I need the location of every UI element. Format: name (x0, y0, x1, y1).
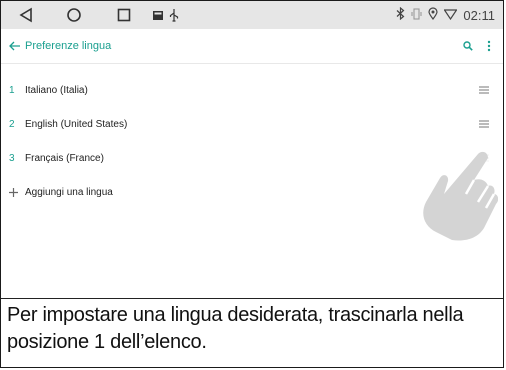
more-vert-icon[interactable] (487, 29, 491, 63)
nav-home-icon[interactable] (63, 1, 85, 29)
nav-recents-icon[interactable] (113, 1, 135, 29)
wifi-icon (443, 8, 459, 23)
search-icon[interactable] (463, 29, 473, 63)
language-label: Italiano (Italia) (25, 84, 88, 96)
language-label: Français (France) (25, 152, 104, 164)
usb-icon (167, 1, 181, 29)
image-icon (151, 1, 165, 29)
status-time: 02:11 (463, 7, 495, 23)
plus-icon (9, 175, 18, 209)
instruction-caption: Per impostare una lingua desiderata, tra… (7, 304, 464, 353)
drag-handle-icon[interactable] (479, 73, 489, 107)
hand-pointer-icon (419, 148, 498, 244)
vibrate-icon (411, 7, 422, 23)
drag-handle-icon[interactable] (479, 107, 489, 141)
app-bar: Preferenze lingua (1, 29, 503, 64)
caption-divider (1, 298, 503, 299)
page-title: Preferenze lingua (25, 40, 112, 52)
language-position: 3 (9, 152, 15, 164)
language-position: 1 (9, 84, 15, 96)
language-label: English (United States) (25, 118, 128, 130)
status-right-group: 02:11 (396, 1, 495, 29)
bluetooth-icon (396, 6, 405, 23)
add-language-label: Aggiungi una lingua (25, 186, 113, 198)
nav-back-icon[interactable] (15, 1, 37, 29)
language-item[interactable]: 2 English (United States) (1, 107, 503, 142)
status-bar: 02:11 (1, 1, 503, 29)
language-item[interactable]: 1 Italiano (Italia) (1, 73, 503, 108)
location-icon (428, 7, 439, 23)
arrow-back-icon[interactable] (9, 29, 21, 63)
language-position: 2 (9, 118, 15, 130)
